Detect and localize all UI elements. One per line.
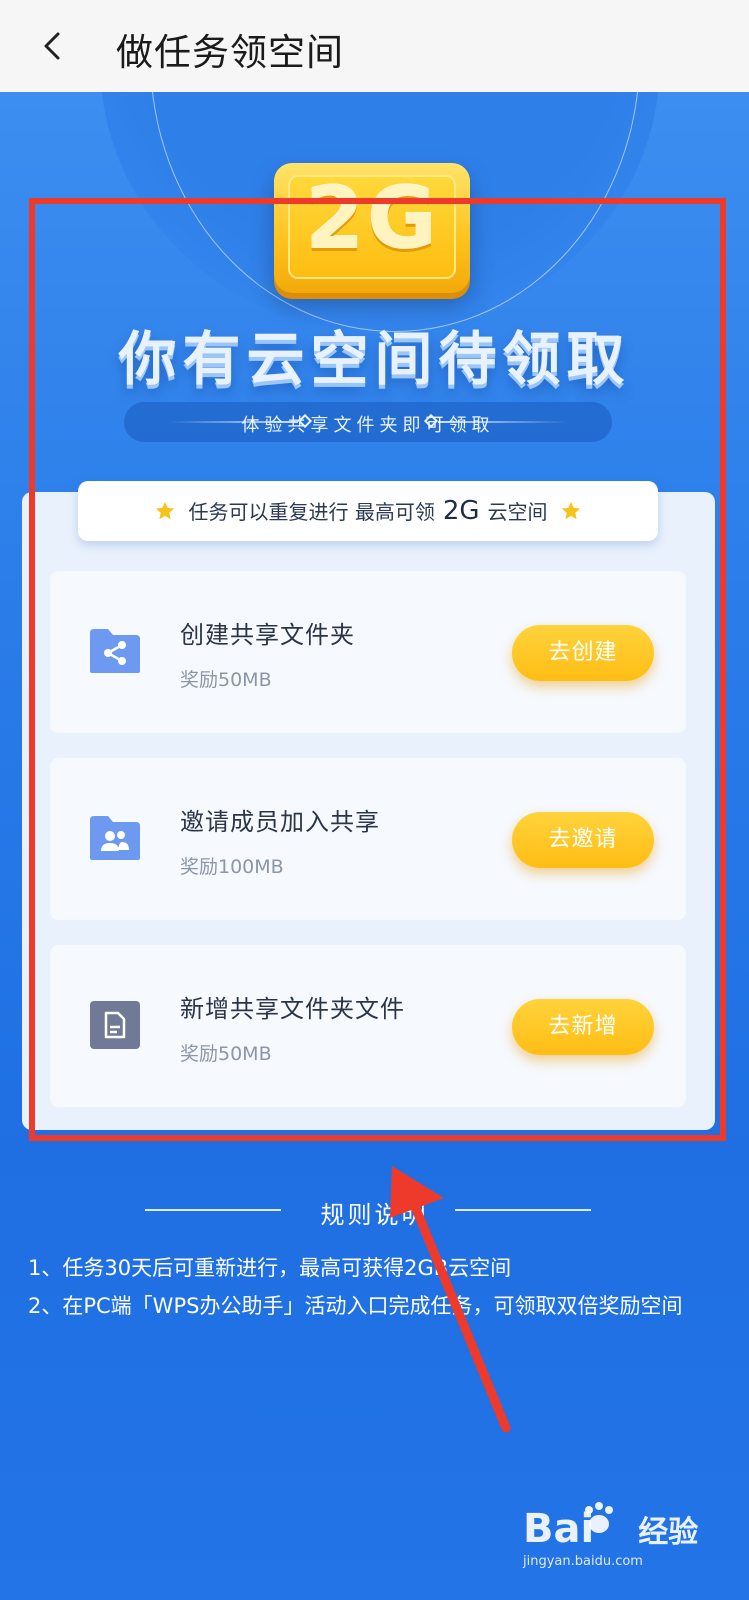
paw-icon: [579, 1500, 619, 1536]
2g-badge: 2G: [274, 163, 470, 293]
chevron-left-icon: [44, 32, 60, 60]
tagline-prefix: 任务可以重复进行 最高可领: [188, 500, 435, 524]
badge-label: 2G: [304, 169, 440, 269]
back-button[interactable]: [34, 26, 74, 66]
task-card-create-folder: 创建共享文件夹 奖励50MB 去创建: [50, 571, 686, 733]
go-invite-button[interactable]: 去邀请: [512, 812, 654, 868]
star-icon: [560, 500, 582, 522]
tagline-highlight: 2G: [442, 496, 480, 526]
share-folder-icon: [88, 627, 142, 675]
decor-line-right: [438, 421, 568, 423]
task-reward: 奖励100MB: [180, 856, 284, 878]
document-icon: [88, 1001, 142, 1049]
annotation-arrow-icon: [370, 1160, 530, 1440]
baidu-watermark: Bai 经验 jingyan.baidu.com: [523, 1500, 723, 1570]
hero-headline: 你有云空间待领取: [118, 325, 631, 393]
hero-subtitle-pill: 体验共享文件夹即可领取: [124, 402, 612, 442]
task-title: 创建共享文件夹: [180, 621, 355, 649]
go-add-button[interactable]: 去新增: [512, 999, 654, 1055]
task-card-invite-members: 邀请成员加入共享 奖励100MB 去邀请: [50, 758, 686, 920]
task-reward: 奖励50MB: [180, 1043, 272, 1065]
task-reward: 奖励50MB: [180, 669, 272, 691]
tagline-suffix: 云空间: [487, 500, 548, 524]
hero-subtitle: 体验共享文件夹即可领取: [241, 415, 495, 436]
tagline-text: 任务可以重复进行 最高可领 2G 云空间: [188, 496, 547, 526]
watermark-url: jingyan.baidu.com: [523, 1554, 643, 1569]
task-title: 邀请成员加入共享: [180, 808, 380, 836]
page-title: 做任务领空间: [116, 31, 344, 74]
tagline-banner: 任务可以重复进行 最高可领 2G 云空间: [78, 481, 658, 541]
star-icon: [154, 500, 176, 522]
top-bar: 做任务领空间: [0, 0, 749, 92]
task-title: 新增共享文件夹文件: [180, 995, 405, 1023]
task-card-add-file: 新增共享文件夹文件 奖励50MB 去新增: [50, 945, 686, 1107]
go-create-button[interactable]: 去创建: [512, 625, 654, 681]
members-folder-icon: [88, 814, 142, 862]
